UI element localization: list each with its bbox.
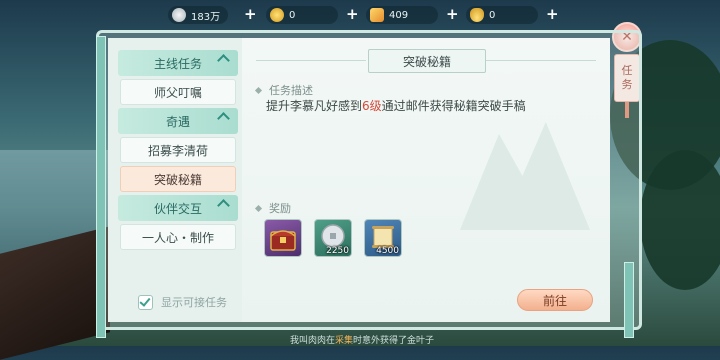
resource-ingot: 0: [466, 4, 538, 26]
add-gold-button[interactable]: +: [346, 5, 359, 23]
checkbox[interactable]: [138, 294, 153, 310]
gold-coin-icon: [270, 8, 284, 22]
frame-post-right: [624, 262, 634, 338]
chat-highlight: 采集: [335, 336, 354, 346]
category-adventure[interactable]: 奇遇: [118, 108, 238, 134]
task-title-text: 突破秘籍: [402, 54, 451, 69]
category-partner[interactable]: 伙伴交互: [118, 195, 238, 221]
add-silver-button[interactable]: +: [244, 5, 257, 23]
description-text: 通过邮件获得秘籍突破手稿: [381, 99, 526, 113]
chat-text: 时意外获得了金叶子: [353, 336, 435, 346]
task-item-recruit[interactable]: 招募李清荷: [120, 137, 236, 163]
add-gem-button[interactable]: +: [446, 5, 459, 23]
description-text: 提升李慕凡好感到: [266, 99, 363, 113]
task-item-label: 招募李清荷: [147, 143, 208, 158]
go-button[interactable]: 前往: [517, 289, 593, 311]
description-heading: 任务描述: [254, 82, 313, 98]
diamond-icon: [254, 86, 263, 94]
resource-value: 183万: [191, 11, 221, 23]
tree-foliage: [640, 150, 720, 290]
reward-qty: 4500: [376, 246, 399, 256]
title-divider: [486, 60, 596, 61]
category-label: 主线任务: [153, 56, 202, 71]
reward-item[interactable]: 4500: [364, 219, 402, 257]
resource-gem: 409: [366, 4, 438, 26]
add-ingot-button[interactable]: +: [546, 5, 559, 23]
task-item-craft[interactable]: 一人心・制作: [120, 224, 236, 250]
resource-silver: 183万: [168, 4, 229, 26]
frame-post-left: [96, 36, 106, 338]
chat-ticker: 我叫肉肉在采集时意外获得了金叶子: [290, 333, 434, 346]
task-item-label: 师父叮嘱: [153, 85, 202, 100]
description-heading-text: 任务描述: [269, 84, 313, 97]
resource-value: 0: [289, 9, 296, 21]
treasure-chest-icon: [270, 230, 296, 251]
reward-heading-text: 奖励: [269, 202, 291, 215]
task-description: 提升李慕凡好感到6级通过邮件获得秘籍突破手稿: [266, 97, 526, 114]
reward-item[interactable]: 2250: [314, 219, 352, 257]
silver-coin-icon: [172, 8, 186, 22]
ingot-icon: [470, 8, 484, 22]
chevron-up-icon: [217, 199, 230, 212]
show-available-toggle[interactable]: 显示可接任务: [138, 292, 227, 312]
title-divider: [256, 60, 366, 61]
reward-qty: 2250: [326, 246, 349, 256]
reward-item[interactable]: [264, 219, 302, 257]
task-title: 突破秘籍: [368, 49, 486, 73]
category-main-quest[interactable]: 主线任务: [118, 50, 238, 76]
chat-text: 我叫肉肉在: [290, 336, 336, 346]
task-item-master-advice[interactable]: 师父叮嘱: [120, 79, 236, 105]
resource-gold: 0: [266, 4, 338, 26]
gem-icon: [370, 8, 384, 22]
reward-heading: 奖励: [254, 200, 291, 216]
show-available-label: 显示可接任务: [161, 296, 227, 309]
task-item-label: 突破秘籍: [153, 172, 202, 187]
chevron-up-icon: [217, 54, 230, 67]
resource-value: 409: [389, 9, 409, 21]
resource-value: 0: [489, 9, 496, 21]
description-highlight: 6级: [362, 99, 382, 113]
diamond-icon: [254, 204, 263, 212]
chevron-up-icon: [217, 112, 230, 125]
category-label: 伙伴交互: [153, 201, 202, 216]
task-item-breakthrough[interactable]: 突破秘籍: [120, 166, 236, 192]
go-button-label: 前往: [542, 293, 567, 308]
category-label: 奇遇: [165, 114, 190, 129]
task-item-label: 一人心・制作: [141, 230, 214, 245]
